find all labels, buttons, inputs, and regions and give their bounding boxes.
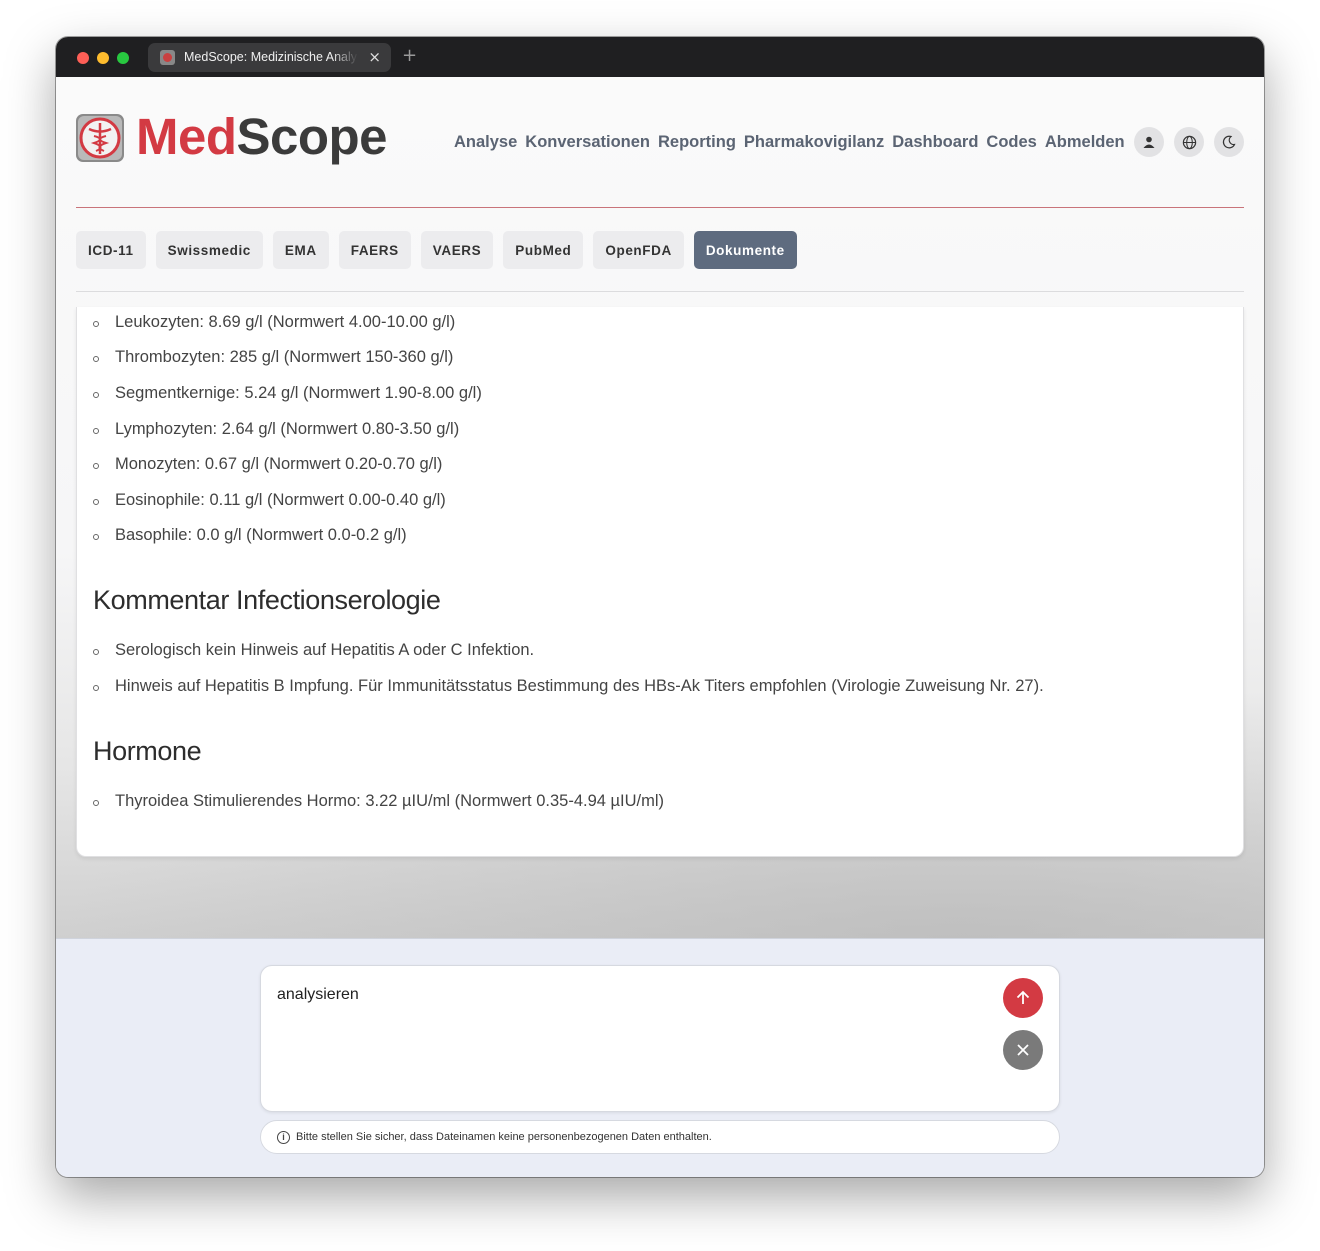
maximize-window-button[interactable] (117, 52, 129, 64)
language-button[interactable] (1174, 127, 1204, 157)
nav-abmelden[interactable]: Abmelden (1045, 133, 1125, 152)
nav-codes[interactable]: Codes (986, 133, 1036, 152)
tab-faers[interactable]: FAERS (338, 231, 411, 269)
minimize-window-button[interactable] (97, 52, 109, 64)
tab-pubmed[interactable]: PubMed (503, 231, 584, 269)
new-tab-icon[interactable]: + (402, 45, 417, 66)
list-item: Serologisch kein Hinweis auf Hepatitis A… (115, 641, 535, 659)
tab-ema[interactable]: EMA (272, 231, 329, 269)
info-icon: i (277, 1131, 290, 1144)
document-panel[interactable]: Leukozyten: 8.69 g/l (Normwert 4.00-10.0… (76, 307, 1244, 857)
tab-vaers[interactable]: VAERS (420, 231, 494, 269)
tab-title: MedScope: Medizinische Analyse (184, 50, 358, 64)
message-input-text[interactable]: analysieren (277, 986, 359, 1004)
list-bullet (93, 534, 99, 540)
nav-analyse[interactable]: Analyse (454, 133, 517, 152)
browser-window: MedScope: Medizinische Analyse × + MedSc… (56, 37, 1264, 1177)
list-item: Basophile: 0.0 g/l (Normwert 0.0-0.2 g/l… (115, 526, 407, 544)
list-bullet (93, 428, 99, 434)
tabs-divider (76, 291, 1244, 292)
nav-konversationen[interactable]: Konversationen (525, 133, 650, 152)
list-item: Segmentkernige: 5.24 g/l (Normwert 1.90-… (115, 384, 482, 402)
header-divider (76, 207, 1244, 208)
tab-close-icon[interactable]: × (368, 48, 381, 66)
tab-dokumente[interactable]: Dokumente (693, 231, 797, 269)
list-item: Leukozyten: 8.69 g/l (Normwert 4.00-10.0… (115, 313, 456, 331)
brand-title[interactable]: MedScope (136, 107, 388, 166)
browser-tab[interactable]: MedScope: Medizinische Analyse × (148, 43, 391, 72)
list-bullet (93, 356, 99, 362)
privacy-notice: i Bitte stellen Sie sicher, dass Dateina… (260, 1120, 1060, 1154)
close-window-button[interactable] (77, 52, 89, 64)
source-tabs: ICD-11 Swissmedic EMA FAERS VAERS PubMed… (76, 231, 797, 269)
message-input[interactable]: analysieren (260, 965, 1060, 1112)
list-item: Lymphozyten: 2.64 g/l (Normwert 0.80-3.5… (115, 420, 460, 438)
list-bullet (93, 649, 99, 655)
privacy-notice-text: Bitte stellen Sie sicher, dass Dateiname… (296, 1131, 712, 1143)
nav-reporting[interactable]: Reporting (658, 133, 736, 152)
favicon-icon (160, 50, 175, 65)
moon-icon (1222, 135, 1236, 149)
nav-dashboard[interactable]: Dashboard (892, 133, 978, 152)
list-bullet (93, 463, 99, 469)
title-bar: MedScope: Medizinische Analyse × + (56, 37, 1264, 77)
tab-swissmedic[interactable]: Swissmedic (155, 231, 263, 269)
theme-toggle-button[interactable] (1214, 127, 1244, 157)
list-bullet (93, 499, 99, 505)
list-item: Eosinophile: 0.11 g/l (Normwert 0.00-0.4… (115, 491, 446, 509)
user-icon (1143, 136, 1155, 148)
list-item: Thrombozyten: 285 g/l (Normwert 150-360 … (115, 348, 454, 366)
page: MedScope Analyse Konversationen Reportin… (56, 77, 1264, 1177)
list-bullet (93, 800, 99, 806)
main-nav: Analyse Konversationen Reporting Pharmak… (454, 133, 1125, 152)
section-heading: Kommentar Infectionserologie (93, 585, 441, 615)
list-item: Hinweis auf Hepatitis B Impfung. Für Imm… (115, 677, 1044, 695)
arrow-up-icon (1016, 990, 1030, 1004)
main-area: MedScope Analyse Konversationen Reportin… (56, 77, 1264, 938)
globe-icon (1182, 135, 1196, 149)
input-area: analysieren i Bitte stellen Sie sicher, … (56, 938, 1264, 1177)
tab-icd-11[interactable]: ICD-11 (76, 231, 146, 269)
medscope-logo-icon (76, 114, 124, 162)
list-item: Monozyten: 0.67 g/l (Normwert 0.20-0.70 … (115, 455, 443, 473)
list-item: Thyroidea Stimulierendes Hormo: 3.22 µIU… (115, 792, 665, 810)
section-heading: Hormone (93, 736, 202, 766)
list-bullet (93, 321, 99, 327)
close-icon (1017, 1044, 1029, 1056)
clear-button[interactable] (1003, 1030, 1043, 1070)
nav-pharmakovigilanz[interactable]: Pharmakovigilanz (744, 133, 884, 152)
list-bullet (93, 392, 99, 398)
list-bullet (93, 685, 99, 691)
profile-button[interactable] (1134, 127, 1164, 157)
tab-openfda[interactable]: OpenFDA (593, 231, 684, 269)
send-button[interactable] (1003, 978, 1043, 1018)
